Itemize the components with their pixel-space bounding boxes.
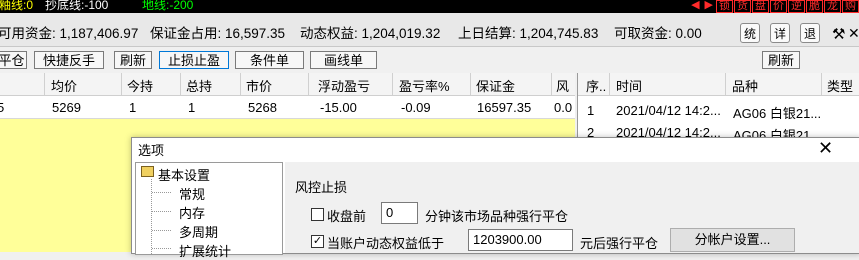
- tree-item-general[interactable]: 常规: [179, 184, 205, 203]
- cell-time: 2021/04/12 14:2...: [616, 103, 721, 118]
- tree-item-memory[interactable]: 内存: [179, 203, 205, 222]
- options-dialog: 选项 ✕ 基本设置 常规 内存 多周期 扩展统计 风控止损 收盘前 0 分钟该市…: [131, 137, 859, 259]
- withdrawable-funds: 可取资金: 0.00: [614, 26, 702, 41]
- draw-line-order-button[interactable]: 画线单: [310, 51, 377, 69]
- indicator-tab[interactable]: 脆: [806, 0, 823, 13]
- fast-reverse-button[interactable]: 快捷反手: [34, 51, 104, 69]
- cell-contract: 5: [0, 100, 5, 115]
- col-pnl-rate[interactable]: 盈亏率%: [399, 76, 450, 95]
- pin-icon[interactable]: ⚒: [832, 25, 845, 43]
- conditional-order-button[interactable]: 条件单: [235, 51, 304, 69]
- section-title: 风控止损: [295, 180, 348, 195]
- details-button[interactable]: 详: [770, 23, 790, 43]
- close-icon[interactable]: ✕: [818, 138, 833, 158]
- cell-avg-price: 5269: [52, 100, 81, 115]
- col-today-hold[interactable]: 今持: [127, 76, 153, 95]
- cell-total-hold: 1: [188, 100, 196, 115]
- stats-button[interactable]: 统: [740, 23, 760, 43]
- col-time[interactable]: 时间: [616, 76, 642, 95]
- logout-button[interactable]: 退: [800, 23, 820, 43]
- tree-item-multi-period[interactable]: 多周期: [179, 222, 218, 241]
- col-risk[interactable]: 风: [556, 76, 569, 95]
- available-funds: 可用资金: 1,187,406.97: [0, 26, 139, 41]
- refresh-orders-button[interactable]: 刷新: [762, 51, 800, 69]
- indicator-tab[interactable]: 货: [734, 0, 751, 13]
- close-before-label: 收盘前: [327, 209, 367, 224]
- tree-item-extended-stats[interactable]: 扩展统计: [179, 241, 231, 260]
- equity-checkbox[interactable]: ✓: [311, 235, 324, 248]
- col-product[interactable]: 品种: [732, 76, 758, 95]
- prev-settlement: 上日结算: 1,204,745.83: [458, 26, 599, 41]
- dynamic-equity: 动态权益: 1,204,019.32: [300, 26, 441, 41]
- col-type[interactable]: 类型: [827, 76, 853, 95]
- indicator-tab[interactable]: 锁: [716, 0, 733, 13]
- col-market-price[interactable]: 市价: [246, 76, 272, 95]
- indicator-line-2: 抄底线:-100: [45, 0, 109, 12]
- col-floating-pnl[interactable]: 浮动盈亏: [318, 76, 370, 95]
- indicator-tab[interactable]: 逆: [788, 0, 805, 13]
- table-row[interactable]: 1 2021/04/12 14:2... AG06 白银21...: [578, 99, 859, 121]
- settings-tree: 基本设置 常规 内存 多周期 扩展统计: [135, 162, 283, 259]
- table-row[interactable]: 5 5269 1 1 5268 -15.00 -0.09 16597.35 0.…: [0, 96, 575, 119]
- close-position-button[interactable]: 平仓: [0, 51, 27, 69]
- close-icon[interactable]: ✕: [848, 25, 859, 42]
- indicator-line-1: 釉线:0: [0, 0, 34, 12]
- cell-market-price: 5268: [248, 100, 277, 115]
- sub-account-settings-button[interactable]: 分帐户设置...: [670, 228, 795, 252]
- indicator-tabs: ◀ ▶ 锁 货 盘 价 逆 脆 龙 购: [688, 0, 859, 13]
- cell-today-hold: 1: [129, 100, 137, 115]
- indicator-tab[interactable]: 龙: [824, 0, 841, 13]
- scroll-right-icon[interactable]: ▶: [703, 0, 715, 13]
- cell-risk: 0.0: [554, 100, 573, 115]
- tree-item-basic-settings[interactable]: 基本设置: [158, 165, 210, 184]
- col-total-hold[interactable]: 总持: [186, 76, 212, 95]
- equity-suffix: 元后强行平仓: [580, 236, 659, 251]
- col-avg-price[interactable]: 均价: [51, 76, 77, 95]
- orders-header: 序.. 时间 品种 类型: [578, 73, 859, 96]
- indicator-tab[interactable]: 价: [770, 0, 787, 13]
- close-before-checkbox[interactable]: [311, 208, 324, 221]
- margin-used: 保证金占用: 16,597.35: [150, 26, 286, 41]
- close-before-minutes-input[interactable]: 0: [381, 202, 418, 224]
- folder-icon: [141, 166, 154, 177]
- col-margin[interactable]: 保证金: [476, 76, 515, 95]
- refresh-button[interactable]: 刷新: [114, 51, 152, 69]
- indicator-strip: 釉线:0 抄底线:-100 地线:-200 ◀ ▶ 锁 货 盘 价 逆 脆 龙 …: [0, 0, 859, 13]
- cell-pnl-rate: -0.09: [401, 100, 431, 115]
- dialog-title: 选项: [138, 143, 165, 158]
- indicator-line-3: 地线:-200: [142, 0, 194, 12]
- col-seq[interactable]: 序..: [586, 76, 606, 95]
- close-before-suffix: 分钟该市场品种强行平仓: [425, 209, 569, 224]
- risk-control-panel: 风控止损 收盘前 0 分钟该市场品种强行平仓 ✓ 当账户动态权益低于 12039…: [285, 162, 859, 253]
- equity-label: 当账户动态权益低于: [327, 236, 445, 251]
- trade-toolbar: 平仓 快捷反手 刷新 止损止盈 条件单 画线单 刷新: [0, 47, 859, 72]
- indicator-tab[interactable]: 盘: [752, 0, 769, 13]
- cell-margin: 16597.35: [477, 100, 532, 115]
- cell-floating-pnl: -15.00: [320, 100, 357, 115]
- cell-seq: 1: [587, 103, 595, 118]
- equity-threshold-input[interactable]: 1203900.00: [468, 229, 573, 251]
- account-summary: 可用资金: 1,187,406.97 保证金占用: 16,597.35 动态权益…: [0, 13, 859, 47]
- positions-header: 均价 今持 总持 市价 浮动盈亏 盈亏率% 保证金 风: [0, 73, 575, 96]
- stop-loss-button[interactable]: 止损止盈: [159, 51, 229, 69]
- scroll-left-icon[interactable]: ◀: [689, 0, 701, 13]
- indicator-tab[interactable]: 购: [842, 0, 859, 13]
- cell-product: AG06 白银21...: [733, 106, 822, 121]
